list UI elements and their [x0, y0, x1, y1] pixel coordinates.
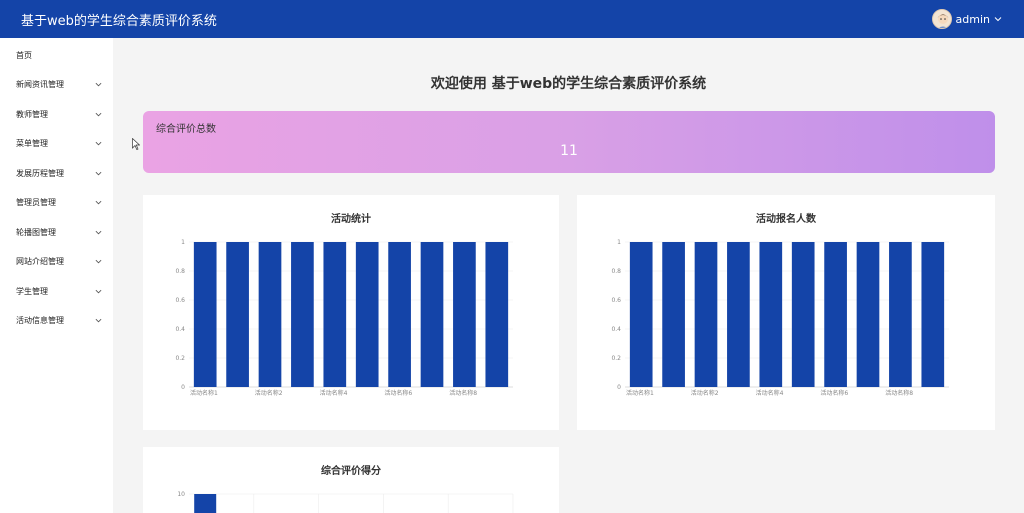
sidebar-item-label: 发展历程管理: [16, 169, 64, 178]
y-tick-label: 0.6: [175, 297, 185, 304]
chevron-down-icon: [95, 289, 102, 294]
bar[interactable]: [856, 242, 880, 387]
sidebar-item-teachers[interactable]: 教师管理: [0, 102, 113, 128]
chevron-down-icon[interactable]: [994, 15, 1002, 23]
chevron-down-icon: [95, 112, 102, 117]
y-tick-label: 0.4: [175, 326, 185, 333]
sidebar-item-label: 菜单管理: [16, 139, 48, 148]
bar[interactable]: [420, 242, 444, 387]
sidebar-item-menus[interactable]: 菜单管理: [0, 131, 113, 157]
sidebar-item-label: 首页: [16, 51, 32, 60]
sidebar-item-site-intro[interactable]: 网站介绍管理: [0, 249, 113, 275]
main-content: 欢迎使用 基于web的学生综合素质评价系统 综合评价总数 11 活动统计 0 0.…: [113, 38, 1024, 513]
bar[interactable]: [453, 242, 476, 387]
bar[interactable]: [355, 242, 379, 387]
user-avatar-icon[interactable]: [931, 9, 952, 29]
sidebar-item-history[interactable]: 发展历程管理: [0, 161, 113, 187]
sidebar-item-label: 轮播图管理: [16, 228, 56, 237]
chart-card-activity-stats: 活动统计 0 0.2 0.4 0.6 0.8 1 活动名称1 活动名称2 活动名称4 活动名称6 活…: [143, 195, 559, 430]
sidebar-item-label: 学生管理: [16, 287, 48, 296]
sidebar-item-news[interactable]: 新闻资讯管理: [0, 72, 113, 98]
bar-chart-evaluation-scores: 10: [177, 491, 514, 513]
x-tick-label: 活动名称1: [626, 389, 654, 397]
bar[interactable]: [258, 242, 282, 387]
sidebar-item-activities[interactable]: 活动信息管理: [0, 308, 113, 334]
bar[interactable]: [694, 242, 718, 387]
x-tick-label: 活动名称2: [691, 389, 719, 397]
y-tick-label: 0: [181, 384, 185, 391]
bar[interactable]: [662, 242, 685, 387]
sidebar: 首页 新闻资讯管理 教师管理 菜单管理 发展历程管理 管理员管理 轮播图管理 网…: [0, 38, 113, 513]
x-tick-label: 活动名称8: [885, 389, 913, 397]
bar[interactable]: [921, 242, 945, 387]
y-tick-label: 0.6: [611, 297, 621, 304]
app-title: 基于web的学生综合素质评价系统: [21, 14, 217, 29]
x-tick-label: 活动名称4: [320, 389, 348, 397]
chart-card-activity-signups: 活动报名人数 0 0.2 0.4 0.6 0.8 1 活动名称1 活动名称2 活动名称4 活动名称…: [577, 195, 995, 430]
x-tick-label: 活动名称8: [449, 389, 477, 397]
y-tick-label: 0: [617, 384, 621, 391]
y-tick-label: 1: [617, 239, 621, 246]
y-tick-label: 10: [177, 491, 185, 498]
bar[interactable]: [485, 242, 509, 387]
sidebar-item-home[interactable]: 首页: [0, 43, 113, 69]
top-bar: 基于web的学生综合素质评价系统 admin: [0, 0, 1024, 38]
sidebar-item-label: 活动信息管理: [16, 316, 64, 325]
chevron-down-icon: [95, 171, 102, 176]
bar-chart-activity-stats: 0 0.2 0.4 0.6 0.8 1 活动名称1 活动名称2 活动名称4 活动名称6 活动名称8: [175, 239, 513, 397]
sidebar-item-students[interactable]: 学生管理: [0, 279, 113, 305]
chevron-down-icon: [95, 318, 102, 323]
sidebar-item-carousel[interactable]: 轮播图管理: [0, 220, 113, 246]
bar-chart-activity-signups: 0 0.2 0.4 0.6 0.8 1 活动名称1 活动名称2 活动名称4 活动名称6 活动名称8: [611, 239, 949, 397]
user-name[interactable]: admin: [956, 13, 990, 26]
bar[interactable]: [727, 242, 750, 387]
sidebar-item-admins[interactable]: 管理员管理: [0, 190, 113, 216]
bar[interactable]: [291, 242, 314, 387]
x-tick-label: 活动名称2: [255, 389, 283, 397]
y-tick-label: 0.2: [175, 355, 185, 362]
bar[interactable]: [323, 242, 347, 387]
chevron-down-icon: [95, 82, 102, 87]
x-tick-label: 活动名称1: [190, 389, 218, 397]
chevron-down-icon: [95, 230, 102, 235]
summary-value: 11: [560, 143, 578, 159]
bar[interactable]: [791, 242, 815, 387]
x-tick-label: 活动名称4: [756, 389, 784, 397]
chevron-down-icon: [95, 141, 102, 146]
sidebar-item-label: 管理员管理: [16, 198, 56, 207]
y-tick-label: 0.4: [611, 326, 621, 333]
y-tick-label: 1: [181, 239, 185, 246]
bar[interactable]: [759, 242, 783, 387]
user-menu[interactable]: admin: [931, 8, 1002, 30]
summary-label: 综合评价总数: [156, 124, 216, 135]
sidebar-item-label: 网站介绍管理: [16, 257, 64, 266]
summary-card: 综合评价总数 11: [143, 111, 995, 173]
x-tick-label: 活动名称6: [384, 389, 412, 397]
bar[interactable]: [388, 242, 411, 387]
chevron-down-icon: [95, 200, 102, 205]
bar[interactable]: [193, 242, 217, 387]
bar[interactable]: [629, 242, 653, 387]
mouse-cursor-icon: [132, 138, 140, 150]
sidebar-item-label: 新闻资讯管理: [16, 80, 64, 89]
y-tick-label: 0.8: [175, 268, 185, 275]
bar[interactable]: [226, 242, 249, 387]
chart-card-evaluation-scores: 综合评价得分 10: [143, 447, 559, 513]
bar[interactable]: [889, 242, 912, 387]
page-title: 欢迎使用 基于web的学生综合素质评价系统: [430, 76, 707, 92]
chevron-down-icon: [95, 259, 102, 264]
sidebar-item-label: 教师管理: [16, 110, 48, 119]
bar[interactable]: [824, 242, 847, 387]
y-tick-label: 0.2: [611, 355, 621, 362]
y-tick-label: 0.8: [611, 268, 621, 275]
x-tick-label: 活动名称6: [820, 389, 848, 397]
bar[interactable]: [194, 494, 217, 513]
